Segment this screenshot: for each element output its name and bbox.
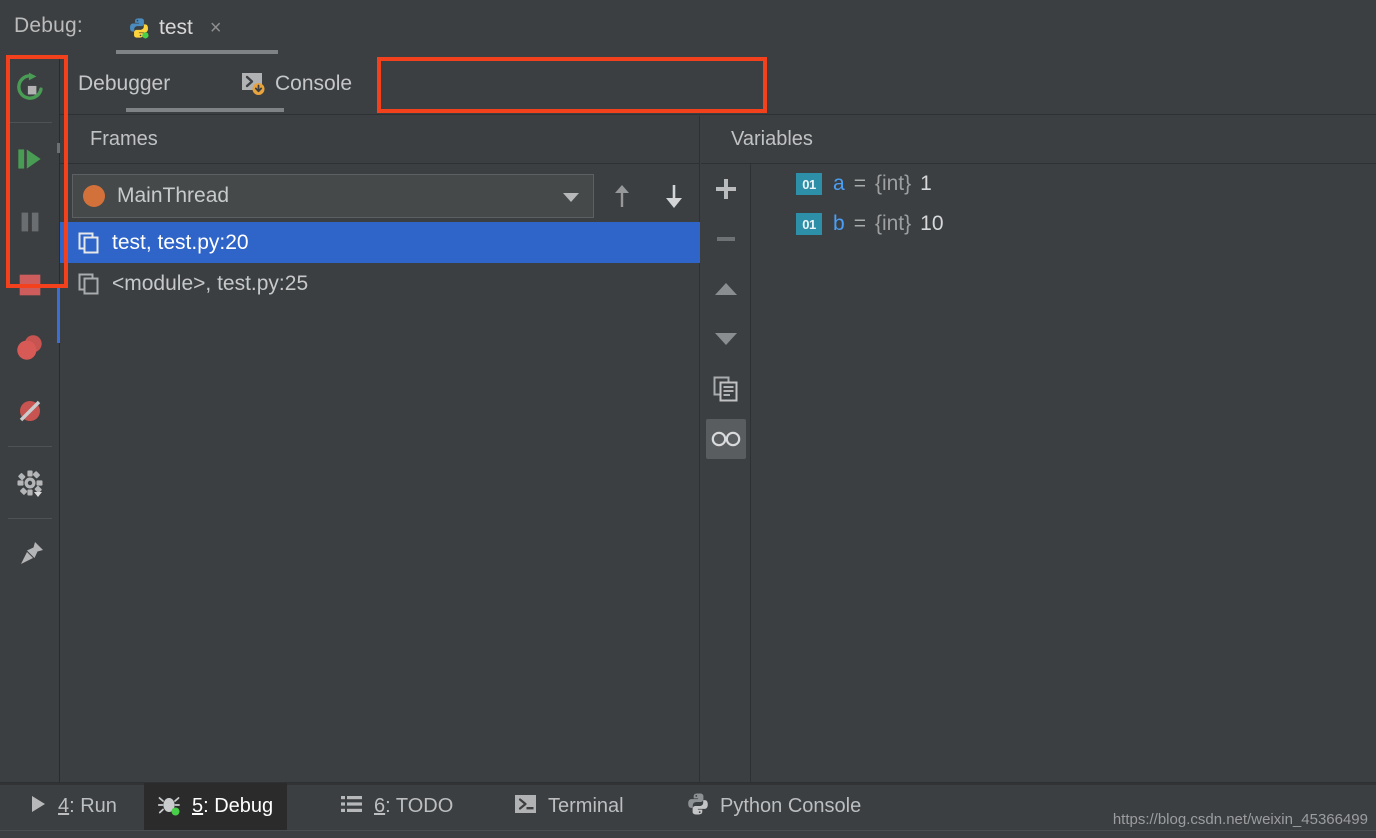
frame-icon (78, 273, 100, 295)
list-icon (340, 793, 364, 820)
variables-toolbar (701, 164, 751, 782)
pycharm-debug-window: Debug: test × Debugger Console Frames Va… (0, 0, 1376, 838)
add-watch-button[interactable] (701, 164, 751, 214)
variable-name: b (833, 212, 845, 235)
tab-console-label: Console (275, 72, 353, 95)
debug-label-text: : Debug (203, 795, 274, 817)
run-configuration-tab[interactable]: test × (122, 4, 232, 52)
status-tab-todo-label: 6: TODO (374, 795, 453, 818)
run-shortcut-num: 4 (58, 795, 70, 817)
play-icon (28, 793, 48, 820)
status-tab-terminal-label: Terminal (548, 795, 624, 817)
variable-type: {int} (874, 172, 912, 195)
frames-down-button[interactable] (657, 180, 691, 212)
view-breakpoints-button[interactable] (0, 316, 60, 379)
debug-shortcut-num: 5 (192, 795, 204, 817)
python-logo-icon (128, 17, 150, 39)
variable-row[interactable]: 01 b = {int} 10 (751, 204, 1376, 244)
variable-value: 10 (920, 212, 944, 235)
console-prompt-icon (242, 73, 266, 95)
variables-title: Variables (731, 128, 813, 150)
sidebar-divider-2 (7, 446, 52, 447)
status-tab-todo[interactable]: 6: TODO (326, 783, 467, 830)
frames-title: Frames (90, 128, 158, 150)
status-tab-debug[interactable]: 5: Debug (144, 783, 288, 830)
debug-tool-tabs-row: Debugger Console (60, 55, 1376, 155)
statusbar: 4: Run 5: Debug 6: TODO Terminal Python … (0, 782, 1376, 838)
variables-list: 01 a = {int} 1 01 b = {int} 10 (751, 164, 1376, 782)
variables-panel-header: Variables (701, 116, 1376, 164)
thread-selector-row: MainThread (60, 164, 700, 222)
debug-sidebar-toolbar (0, 55, 61, 782)
python-logo-icon (686, 792, 710, 821)
remove-watch-button[interactable] (701, 214, 751, 264)
tab-console[interactable]: Console (230, 55, 364, 113)
run-config-name: test (159, 16, 193, 39)
sidebar-divider-3 (7, 518, 52, 519)
variable-equals: = (853, 212, 866, 235)
frame-label: test, test.py:20 (112, 230, 249, 254)
tab-debugger-label: Debugger (78, 72, 171, 95)
move-down-button[interactable] (701, 314, 751, 364)
variable-equals: = (853, 172, 866, 195)
frames-up-button[interactable] (605, 180, 639, 212)
variable-value: 1 (920, 172, 932, 195)
variable-name: a (833, 172, 845, 195)
frames-panel-header: Frames (60, 116, 700, 164)
status-tab-run[interactable]: 4: Run (14, 783, 131, 830)
frame-icon (78, 232, 100, 254)
int-badge-icon: 01 (796, 173, 822, 195)
status-tab-run-label: 4: Run (58, 795, 117, 818)
sidebar-divider (7, 122, 52, 123)
terminal-icon (514, 794, 538, 820)
thread-dropdown[interactable]: MainThread (72, 174, 594, 218)
frames-panel: MainThread test, test.py:20 <module>, te… (60, 164, 700, 782)
move-up-button[interactable] (701, 264, 751, 314)
tab-debugger[interactable]: Debugger (66, 55, 182, 113)
variable-row[interactable]: 01 a = {int} 1 (751, 164, 1376, 204)
mute-breakpoints-button[interactable] (0, 379, 60, 442)
frame-row-0[interactable]: test, test.py:20 (60, 222, 700, 263)
run-label-text: : Run (69, 795, 117, 817)
statusbar-bottom-divider (0, 830, 1376, 831)
status-tab-terminal[interactable]: Terminal (500, 783, 638, 830)
status-tab-python-console-label: Python Console (720, 795, 862, 817)
frame-label: <module>, test.py:25 (112, 271, 309, 295)
variable-type: {int} (874, 212, 912, 235)
thread-status-icon (83, 185, 105, 207)
debug-label: Debug: (14, 14, 83, 37)
resume-button[interactable] (0, 127, 60, 190)
chevron-down-icon (563, 193, 579, 202)
glasses-icon (706, 419, 746, 459)
pin-button[interactable] (0, 523, 60, 586)
status-tab-python-console[interactable]: Python Console (672, 783, 875, 830)
frames-list: test, test.py:20 <module>, test.py:25 (60, 222, 700, 304)
bug-icon (157, 792, 182, 821)
int-badge-icon: 01 (796, 213, 822, 235)
close-icon[interactable]: × (210, 18, 222, 38)
copy-value-button[interactable] (701, 364, 751, 414)
status-tab-debug-label: 5: Debug (192, 795, 273, 818)
watermark-url: https://blog.csdn.net/weixin_45366499 (1112, 811, 1368, 828)
rerun-button[interactable] (0, 55, 60, 118)
stop-button[interactable] (0, 253, 60, 316)
thread-name-label: MainThread (117, 184, 230, 207)
todo-label-text: : TODO (385, 795, 454, 817)
pause-button[interactable] (0, 190, 60, 253)
settings-button[interactable] (0, 451, 60, 514)
titlebar: Debug: test × (0, 0, 1376, 55)
inspect-button[interactable] (701, 414, 751, 464)
frame-row-1[interactable]: <module>, test.py:25 (60, 263, 700, 304)
todo-shortcut-num: 6 (374, 795, 386, 817)
run-tab-active-underline (116, 50, 278, 54)
